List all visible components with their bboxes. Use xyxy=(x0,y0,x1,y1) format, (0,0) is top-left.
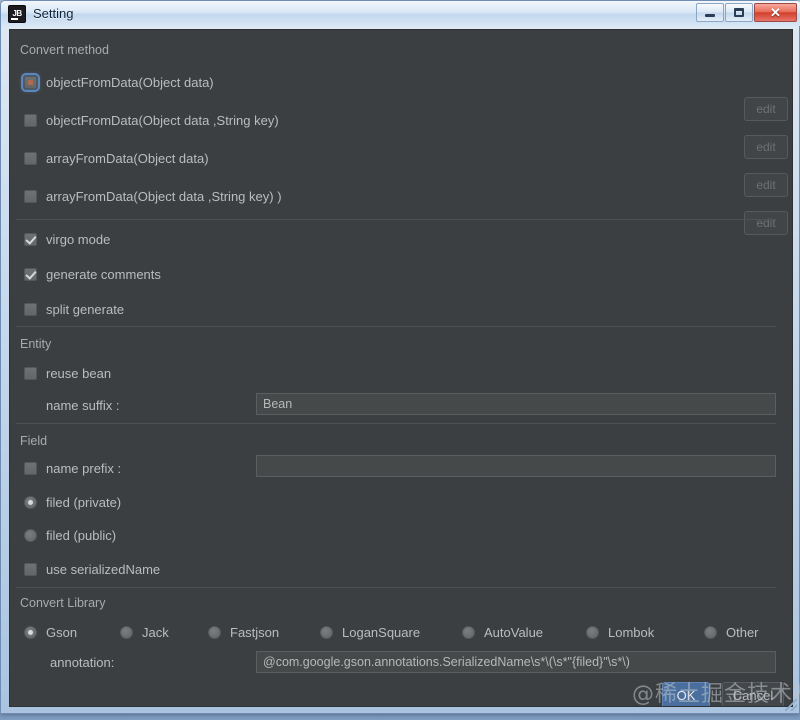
desktop-background: JB Setting ✕ Convert method obj xyxy=(0,0,800,720)
checkbox-object-from-data[interactable] xyxy=(24,76,37,89)
checkbox-row-use-serialized-name[interactable]: use serializedName xyxy=(24,560,160,578)
jetbrains-icon: JB xyxy=(8,5,26,23)
input-name-suffix[interactable]: Bean xyxy=(256,393,776,415)
radio-logansquare[interactable] xyxy=(320,626,333,639)
checkbox-row-virgo-mode[interactable]: virgo mode xyxy=(24,230,110,248)
close-button[interactable]: ✕ xyxy=(754,3,797,22)
radio-label: Lombok xyxy=(608,625,654,640)
cancel-button[interactable]: Cancel xyxy=(722,682,784,707)
radio-row-filed-public[interactable]: filed (public) xyxy=(24,526,116,544)
radio-row-jack[interactable]: Jack xyxy=(120,623,169,641)
checkbox-label: split generate xyxy=(46,302,124,317)
checkbox-name-prefix[interactable] xyxy=(24,462,37,475)
divider xyxy=(16,326,776,327)
checkbox-label: objectFromData(Object data ,String key) xyxy=(46,113,279,128)
checkbox-row-name-prefix[interactable]: name prefix : xyxy=(24,459,121,477)
settings-panel: Convert method objectFromData(Object dat… xyxy=(9,29,793,707)
resize-grip-icon[interactable] xyxy=(785,699,797,711)
checkbox-label: arrayFromData(Object data ,String key) ) xyxy=(46,189,282,204)
divider xyxy=(16,423,776,424)
edit-button-object-from-data[interactable]: edit xyxy=(744,97,788,121)
radio-label: Other xyxy=(726,625,759,640)
window-title: Setting xyxy=(33,6,73,21)
window-controls: ✕ xyxy=(696,3,797,22)
edit-button-array-from-data-key[interactable]: edit xyxy=(744,211,788,235)
checkbox-virgo-mode[interactable] xyxy=(24,233,37,246)
checkbox-label: objectFromData(Object data) xyxy=(46,75,214,90)
radio-label: AutoValue xyxy=(484,625,543,640)
section-title-field: Field xyxy=(20,434,47,448)
radio-gson[interactable] xyxy=(24,626,37,639)
ok-button[interactable]: OK xyxy=(662,682,710,707)
checkbox-row-object-from-data[interactable]: objectFromData(Object data) xyxy=(24,73,214,91)
checkbox-label: generate comments xyxy=(46,267,161,282)
checkbox-label: arrayFromData(Object data) xyxy=(46,151,209,166)
checkbox-split-generate[interactable] xyxy=(24,303,37,316)
radio-filed-private[interactable] xyxy=(24,496,37,509)
checkbox-label: virgo mode xyxy=(46,232,110,247)
edit-button-array-from-data[interactable]: edit xyxy=(744,173,788,197)
section-title-convert-library: Convert Library xyxy=(20,596,105,610)
maximize-icon xyxy=(734,8,744,17)
radio-autovalue[interactable] xyxy=(462,626,475,639)
radio-row-autovalue[interactable]: AutoValue xyxy=(462,623,543,641)
checkbox-array-from-data[interactable] xyxy=(24,152,37,165)
input-annotation[interactable]: @com.google.gson.annotations.SerializedN… xyxy=(256,651,776,673)
checkbox-row-array-from-data[interactable]: arrayFromData(Object data) xyxy=(24,149,209,167)
radio-label: filed (private) xyxy=(46,495,121,510)
radio-label: Jack xyxy=(142,625,169,640)
checkbox-row-reuse-bean[interactable]: reuse bean xyxy=(24,364,111,382)
radio-label: Fastjson xyxy=(230,625,279,640)
radio-row-fastjson[interactable]: Fastjson xyxy=(208,623,279,641)
minimize-icon xyxy=(705,14,715,17)
radio-lombok[interactable] xyxy=(586,626,599,639)
jetbrains-icon-text: JB xyxy=(12,10,21,18)
radio-row-filed-private[interactable]: filed (private) xyxy=(24,493,121,511)
radio-row-logansquare[interactable]: LoganSquare xyxy=(320,623,420,641)
close-icon: ✕ xyxy=(770,6,781,19)
divider xyxy=(16,219,776,220)
checkbox-row-generate-comments[interactable]: generate comments xyxy=(24,265,161,283)
radio-jack[interactable] xyxy=(120,626,133,639)
checkbox-generate-comments[interactable] xyxy=(24,268,37,281)
checkbox-object-from-data-key[interactable] xyxy=(24,114,37,127)
checkbox-array-from-data-key[interactable] xyxy=(24,190,37,203)
radio-other[interactable] xyxy=(704,626,717,639)
maximize-button[interactable] xyxy=(725,3,753,22)
checkbox-row-array-from-data-key[interactable]: arrayFromData(Object data ,String key) ) xyxy=(24,187,282,205)
checkbox-row-split-generate[interactable]: split generate xyxy=(24,300,124,318)
radio-row-gson[interactable]: Gson xyxy=(24,623,77,641)
label-name-prefix: name prefix : xyxy=(46,461,121,476)
label-annotation: annotation: xyxy=(50,655,114,670)
radio-fastjson[interactable] xyxy=(208,626,221,639)
title-bar[interactable]: JB Setting ✕ xyxy=(1,1,800,26)
input-name-prefix[interactable] xyxy=(256,455,776,477)
label-name-suffix: name suffix : xyxy=(46,398,119,413)
section-title-entity: Entity xyxy=(20,337,51,351)
checkbox-row-object-from-data-key[interactable]: objectFromData(Object data ,String key) xyxy=(24,111,279,129)
radio-label: LoganSquare xyxy=(342,625,420,640)
minimize-button[interactable] xyxy=(696,3,724,22)
checkbox-use-serialized-name[interactable] xyxy=(24,563,37,576)
checkbox-label: reuse bean xyxy=(46,366,111,381)
radio-filed-public[interactable] xyxy=(24,529,37,542)
radio-row-other[interactable]: Other xyxy=(704,623,759,641)
radio-row-lombok[interactable]: Lombok xyxy=(586,623,654,641)
divider xyxy=(16,587,776,588)
checkbox-label: use serializedName xyxy=(46,562,160,577)
setting-dialog-window: JB Setting ✕ Convert method obj xyxy=(0,0,800,714)
radio-label: Gson xyxy=(46,625,77,640)
edit-button-object-from-data-key[interactable]: edit xyxy=(744,135,788,159)
radio-label: filed (public) xyxy=(46,528,116,543)
checkbox-reuse-bean[interactable] xyxy=(24,367,37,380)
section-title-convert-method: Convert method xyxy=(20,43,109,57)
